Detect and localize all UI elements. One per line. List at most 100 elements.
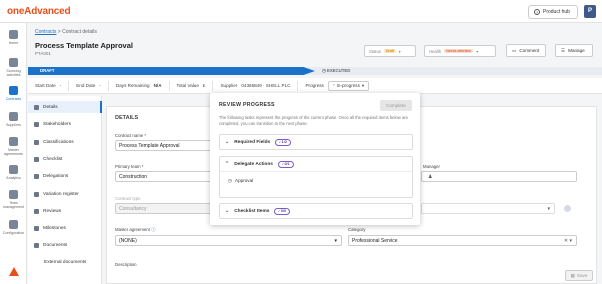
help-icon[interactable]: [564, 205, 571, 212]
home-icon: [9, 30, 18, 39]
health-select[interactable]: Health Needs attention ▾: [424, 45, 496, 57]
review-progress-popover: REVIEW PROGRESS Complete The following t…: [210, 93, 420, 225]
nav-item-master-agreements[interactable]: Master agreements: [0, 134, 27, 158]
variation-register-icon: [34, 191, 39, 197]
subnav-label: Classifications: [43, 139, 74, 145]
save-button[interactable]: ▦ Save: [565, 270, 593, 281]
status-select[interactable]: Status Draft ▾: [364, 45, 416, 57]
phase-executed-label: EXECUTED: [326, 68, 351, 73]
complete-button[interactable]: Complete: [380, 100, 412, 111]
nav-item-home[interactable]: Home: [0, 27, 27, 51]
chevron-down-icon: ▾: [334, 238, 337, 244]
product-hub-label: Product hub: [543, 9, 570, 15]
ring-icon: ◜: [279, 140, 281, 145]
chevron-down-icon: ▾: [361, 82, 365, 88]
manager-field[interactable]: ♟: [421, 171, 577, 182]
analytics-icon: [9, 165, 18, 174]
subnav-item-external-documents[interactable]: External documents: [28, 256, 102, 268]
section-title: DETAILS: [115, 115, 139, 121]
page-title: Process Template Approval: [35, 41, 133, 50]
clear-and-chevron-icon: ✕ ▾: [563, 238, 572, 244]
save-label: Save: [576, 273, 588, 278]
manage-button[interactable]: ☰ Manage: [555, 44, 593, 57]
breadcrumb-separator: >: [57, 29, 61, 35]
reviews-icon: [34, 208, 39, 214]
delegations-icon: [34, 173, 39, 179]
category-value: Professional Service: [352, 238, 398, 244]
brand-mark-icon: [9, 267, 19, 276]
master-agreement-select[interactable]: (NONE) ▾: [115, 235, 342, 246]
total-value: Total Value £: [170, 80, 214, 91]
subnav-label: Milestones: [43, 225, 66, 231]
badge-count: 0/0: [280, 209, 287, 213]
master-agreement-value: (NONE): [119, 238, 137, 244]
contract-type-field: Consultancy: [115, 203, 215, 214]
ring-icon: ◜: [278, 209, 280, 214]
contract-name-field[interactable]: Process Template Approval: [115, 140, 215, 151]
category-select[interactable]: Professional Service ✕ ▾: [348, 235, 577, 246]
nav-label: Configuration: [2, 231, 25, 235]
supplier-value[interactable]: 04366849 · SHELL PLC: [241, 83, 290, 88]
contract-type-extra-select[interactable]: ▾: [421, 203, 555, 214]
contract-id: PTA001: [35, 51, 51, 56]
nav-item-configuration[interactable]: Configuration: [0, 217, 27, 241]
subnav-item-checklist[interactable]: Checklist: [28, 153, 102, 165]
documents-icon: [34, 242, 39, 248]
left-nav: Home Sourcing activities Contracts Suppl…: [0, 23, 27, 284]
subnav-item-milestones[interactable]: Milestones: [28, 222, 102, 234]
approval-label: Approval: [235, 178, 254, 183]
nav-item-contracts[interactable]: Contracts: [0, 83, 27, 107]
total-value-label: Total Value: [176, 83, 199, 88]
stakeholders-icon: [34, 121, 39, 127]
top-bar: oneAdvanced ? Product hub P: [0, 0, 602, 23]
delegate-actions-section[interactable]: ⌃ Delegate Actions ◜ 0/1 ◷ Approval: [219, 156, 413, 198]
subnav-item-stakeholders[interactable]: Stakeholders: [28, 118, 102, 130]
avatar[interactable]: P: [584, 5, 596, 18]
master-agreement-label-text: Master agreement: [115, 227, 150, 232]
nav-label: Home: [8, 41, 19, 45]
subnav-label: Variation register: [43, 191, 79, 197]
info-icon[interactable]: ⓘ: [151, 227, 155, 232]
spinner-icon: ◜: [332, 82, 335, 88]
phase-draft: DRAFT: [28, 67, 315, 75]
nav-item-suppliers[interactable]: Suppliers: [0, 109, 27, 133]
progress-badge: ◜ 0/0: [274, 207, 291, 215]
chevron-up-icon: ⌃: [225, 161, 230, 167]
start-date-value: -: [59, 83, 62, 88]
supplier-label: Supplier: [220, 83, 238, 88]
supplier: Supplier 04366849 · SHELL PLC: [213, 80, 299, 91]
nav-item-team-management[interactable]: Team management: [0, 187, 27, 211]
comment-button[interactable]: ▭ Comment: [506, 44, 546, 57]
master-agreement-label: Master agreement ⓘ: [115, 227, 155, 233]
required-fields-section[interactable]: ⌄ Required Fields ◜ 1/2: [219, 134, 413, 150]
nav-label: Suppliers: [6, 123, 21, 127]
nav-item-sourcing-activities[interactable]: Sourcing activities: [0, 55, 27, 79]
nav-item-analytics[interactable]: Analytics: [0, 162, 27, 186]
primary-team-field[interactable]: Construction: [115, 171, 215, 182]
checklist-items-section[interactable]: ⌄ Checklist Items ◜ 0/0: [219, 203, 413, 219]
review-progress-title: REVIEW PROGRESS: [219, 102, 275, 108]
approval-item[interactable]: ◷ Approval: [220, 171, 412, 197]
progress: Progress ◜ In-progress ▾: [298, 80, 376, 91]
progress-button[interactable]: ◜ In-progress ▾: [327, 80, 370, 91]
subnav-item-documents[interactable]: Documents: [28, 239, 102, 251]
chevron-down-icon: ⌄: [225, 139, 230, 145]
progress-label: Progress: [305, 83, 324, 88]
subnav-item-reviews[interactable]: Reviews: [28, 205, 102, 217]
phase-draft-label: DRAFT: [40, 68, 55, 73]
subnav-item-classifications[interactable]: Classifications: [28, 136, 102, 148]
subnav-item-details[interactable]: Details: [28, 101, 102, 113]
configuration-icon: [9, 220, 18, 229]
menu-icon: ☰: [561, 47, 566, 53]
subnav-item-variation-register[interactable]: Variation register: [28, 188, 102, 200]
subnav-item-delegations[interactable]: Delegations: [28, 170, 102, 182]
subnav-label: Delegations: [43, 173, 69, 179]
end-date: End Date -: [69, 80, 109, 91]
start-date: Start Date -: [28, 80, 70, 91]
app-logo[interactable]: oneAdvanced: [7, 6, 71, 17]
suppliers-icon: [9, 112, 18, 121]
manage-label: Manage: [568, 48, 585, 53]
total-value-value: £: [202, 83, 206, 88]
breadcrumb-contracts-link[interactable]: Contracts: [35, 29, 56, 35]
product-hub-button[interactable]: ? Product hub: [528, 5, 578, 19]
